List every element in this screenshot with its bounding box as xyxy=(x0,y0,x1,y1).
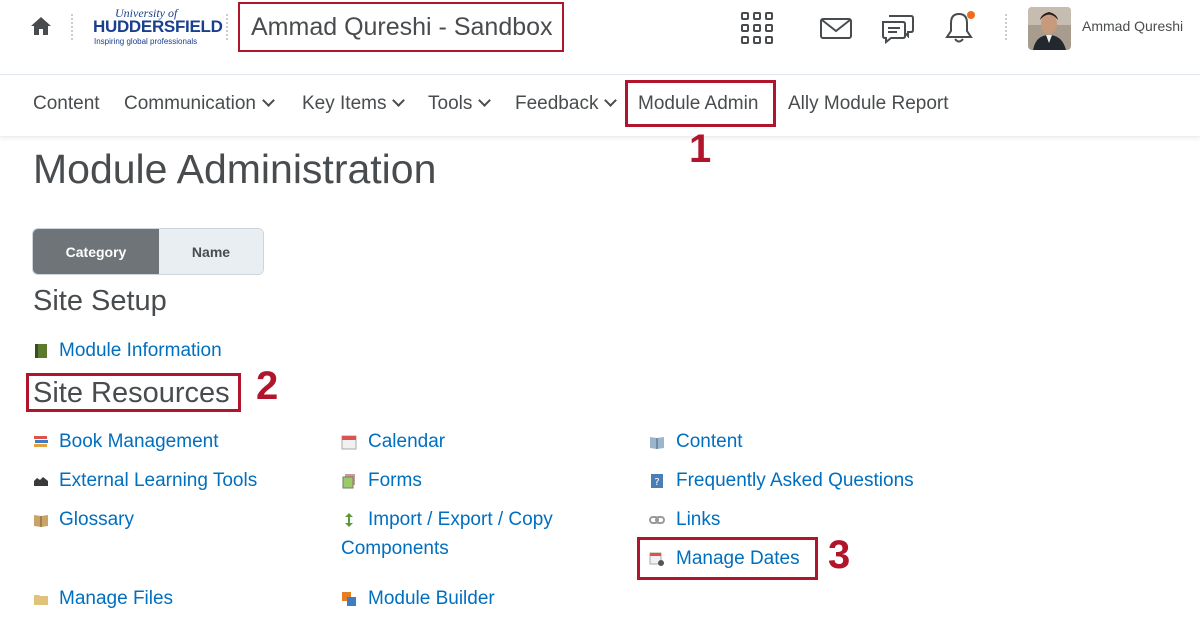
nav-content[interactable]: Content xyxy=(33,93,100,115)
university-logo[interactable]: University of HUDDERSFIELD Inspiring glo… xyxy=(93,6,223,48)
user-name[interactable]: Ammad Qureshi xyxy=(1082,18,1183,34)
svg-text:?: ? xyxy=(654,477,659,488)
highlight-box-manage-dates xyxy=(637,537,818,580)
forms-icon xyxy=(342,474,355,489)
header-divider xyxy=(1005,14,1009,40)
link-import-export-copy[interactable]: Import / Export / Copy xyxy=(368,505,553,534)
nav-key-items[interactable]: Key Items xyxy=(302,93,406,115)
section-heading-site-setup: Site Setup xyxy=(33,285,167,317)
header-divider xyxy=(71,14,75,40)
header-divider xyxy=(226,14,230,40)
link-glossary[interactable]: Glossary xyxy=(59,505,134,534)
link-module-builder[interactable]: Module Builder xyxy=(368,584,495,613)
module-builder-icon xyxy=(342,592,356,606)
chain-link-icon xyxy=(649,516,665,524)
link-book-management[interactable]: Book Management xyxy=(59,427,219,456)
books-stack-icon xyxy=(34,436,48,447)
link-content[interactable]: Content xyxy=(676,427,743,456)
notification-badge xyxy=(967,11,975,19)
nav-ally-module-report[interactable]: Ally Module Report xyxy=(788,93,949,115)
link-frequently-asked-questions[interactable]: Frequently Asked Questions xyxy=(676,466,914,495)
toggle-category-button[interactable]: Category xyxy=(33,229,159,274)
nav-feedback[interactable]: Feedback xyxy=(515,93,618,115)
folder-icon xyxy=(34,595,48,605)
course-title[interactable]: Ammad Qureshi - Sandbox xyxy=(238,2,564,52)
link-forms[interactable]: Forms xyxy=(368,466,422,495)
module-navbar: Content Communication Key Items Tools Fe… xyxy=(0,75,1200,137)
calendar-icon xyxy=(341,435,357,450)
annotation-marker-2: 2 xyxy=(256,364,279,408)
link-external-learning-tools[interactable]: External Learning Tools xyxy=(59,466,257,495)
link-import-export-copy-line2[interactable]: Components xyxy=(341,534,449,563)
home-icon[interactable] xyxy=(30,15,52,37)
mail-icon[interactable] xyxy=(818,10,854,46)
toggle-name-button[interactable]: Name xyxy=(159,229,263,274)
annotation-marker-1: 1 xyxy=(689,127,712,171)
top-header: University of HUDDERSFIELD Inspiring glo… xyxy=(0,0,1200,75)
link-calendar[interactable]: Calendar xyxy=(368,427,445,456)
view-toggle: Category Name xyxy=(32,228,264,275)
highlight-box-module-admin xyxy=(625,80,776,127)
nav-tools[interactable]: Tools xyxy=(428,93,492,115)
nav-communication[interactable]: Communication xyxy=(124,93,275,115)
open-book-icon xyxy=(650,437,664,449)
link-module-information[interactable]: Module Information xyxy=(59,336,222,365)
import-export-icon xyxy=(345,513,353,527)
annotation-marker-3: 3 xyxy=(828,533,851,577)
faq-icon: ? xyxy=(651,474,663,488)
open-book-icon xyxy=(34,515,48,527)
puzzle-icon xyxy=(34,477,48,486)
link-links[interactable]: Links xyxy=(676,505,720,534)
chat-icon[interactable] xyxy=(880,10,916,46)
highlight-box-site-resources xyxy=(26,373,241,412)
link-manage-files[interactable]: Manage Files xyxy=(59,584,173,613)
chevron-down-icon xyxy=(478,94,492,107)
chevron-down-icon xyxy=(604,94,618,107)
book-icon xyxy=(35,344,47,358)
chevron-down-icon xyxy=(392,94,406,107)
chevron-down-icon xyxy=(262,94,275,107)
avatar[interactable] xyxy=(1028,7,1071,50)
page-title: Module Administration xyxy=(33,146,437,192)
waffle-grid-icon[interactable] xyxy=(739,10,775,46)
